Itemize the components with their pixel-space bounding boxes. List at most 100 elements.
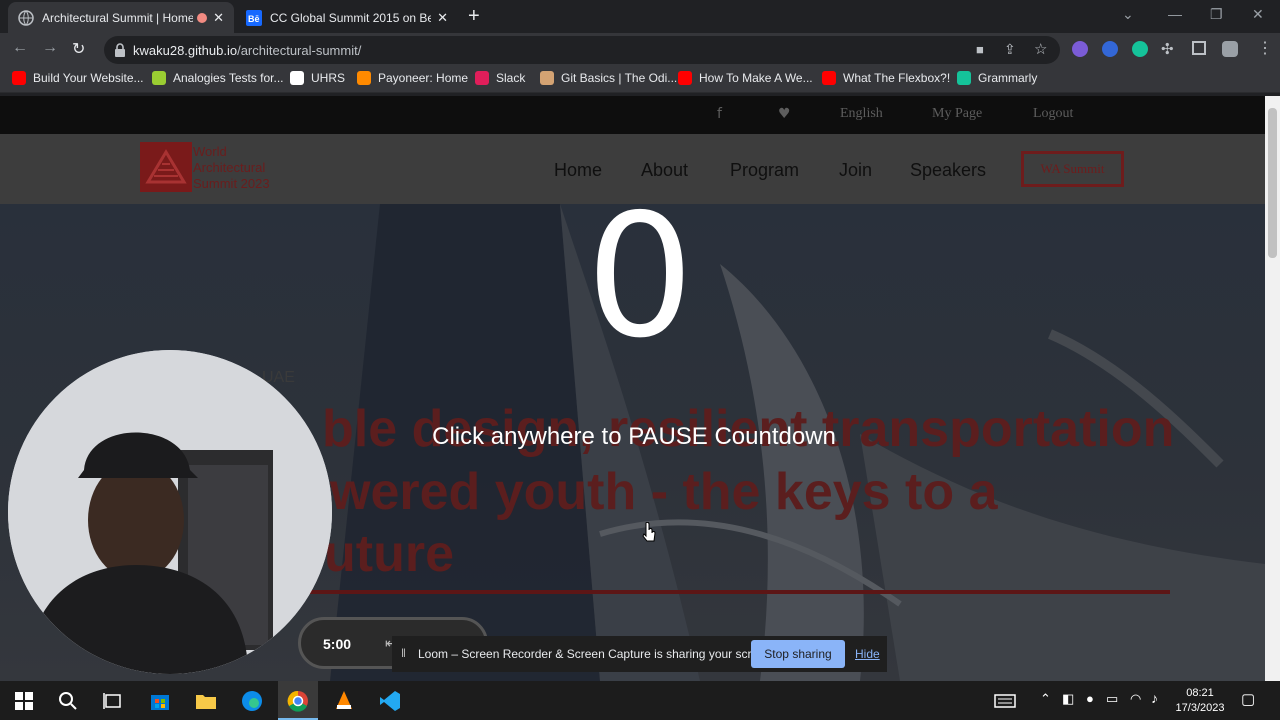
- svg-text:Bē: Bē: [248, 14, 260, 24]
- address-bar[interactable]: kwaku28.github.io/architectural-summit/ …: [104, 36, 1060, 64]
- bookmark-item[interactable]: UHRS: [290, 71, 345, 85]
- stop-sharing-button[interactable]: Stop sharing: [751, 640, 845, 668]
- nav-program[interactable]: Program: [730, 160, 799, 181]
- countdown-number: 0: [585, 178, 695, 376]
- close-tab-icon[interactable]: ✕: [437, 10, 448, 26]
- bookmarks-bar: Build Your Website... Analogies Tests for…: [0, 66, 1280, 93]
- countdown-pause-message[interactable]: Click anywhere to PAUSE Countdown: [300, 423, 968, 451]
- bookmark-star-icon[interactable]: ☆: [1034, 40, 1047, 58]
- chrome-taskbar-button[interactable]: [278, 681, 318, 720]
- facebook-icon[interactable]: f: [717, 106, 722, 122]
- recording-icon: [197, 12, 208, 23]
- camera-icon[interactable]: ■: [976, 42, 984, 57]
- extension-icon[interactable]: [1102, 41, 1118, 57]
- bookmark-item[interactable]: Slack: [475, 71, 525, 85]
- extension-icon[interactable]: [1072, 41, 1088, 57]
- logo-mark-icon: [145, 149, 187, 184]
- chrome-icon: [287, 690, 308, 712]
- profile-avatar[interactable]: [1222, 41, 1238, 57]
- share-icon[interactable]: ⇪: [1004, 41, 1016, 58]
- globe-icon: [18, 9, 34, 26]
- forward-button[interactable]: →: [42, 39, 58, 57]
- bookmark-item[interactable]: Payoneer: Home: [357, 71, 468, 85]
- notifications-icon[interactable]: ▢: [1241, 690, 1255, 708]
- hide-link[interactable]: Hide: [855, 647, 880, 661]
- my-page-link[interactable]: My Page: [932, 106, 982, 122]
- bookmark-label: What The Flexbox?!: [843, 71, 951, 85]
- bookmark-label: Build Your Website...: [33, 71, 144, 85]
- hero-headline-line: uture: [324, 525, 454, 583]
- menu-kebab-icon[interactable]: ⋮: [1257, 38, 1273, 58]
- extensions-puzzle-icon[interactable]: ✣: [1161, 40, 1174, 58]
- tab-architectural-summit[interactable]: Architectural Summit | Home ✕: [8, 2, 234, 33]
- keyboard-icon[interactable]: [993, 689, 1017, 713]
- youtube-icon: [822, 71, 836, 85]
- clock-time: 08:21: [1186, 687, 1214, 699]
- vlc-icon[interactable]: [332, 689, 356, 713]
- bookmark-label: How To Make A We...: [699, 71, 813, 85]
- grammarly-extension-icon[interactable]: [1132, 41, 1148, 57]
- webcam-bubble[interactable]: [8, 350, 332, 674]
- volume-icon[interactable]: ♪: [1151, 690, 1158, 706]
- minimize-button[interactable]: —: [1168, 6, 1182, 22]
- restore-button[interactable]: ❐: [1210, 6, 1223, 23]
- nav-join[interactable]: Join: [839, 160, 872, 181]
- bookmark-item[interactable]: Git Basics | The Odi...: [540, 71, 677, 85]
- payoneer-icon: [357, 71, 371, 85]
- drag-handle-icon[interactable]: ‖: [401, 646, 406, 660]
- bookmark-label: Payoneer: Home: [378, 71, 469, 85]
- search-icon[interactable]: [56, 689, 80, 713]
- meet-icon[interactable]: ◧: [1062, 691, 1074, 707]
- chevron-up-icon[interactable]: ⌃: [1040, 691, 1051, 707]
- page-scrollbar[interactable]: [1265, 96, 1280, 681]
- bookmark-item[interactable]: What The Flexbox?!: [822, 71, 950, 85]
- bookmark-item[interactable]: Analogies Tests for...: [152, 71, 284, 85]
- tab-strip: Architectural Summit | Home ✕ Bē CC Glob…: [0, 0, 1280, 33]
- microphone-icon[interactable]: ●: [1086, 691, 1094, 706]
- battery-icon[interactable]: ▭: [1106, 691, 1118, 707]
- twitter-icon[interactable]: ♥: [778, 106, 791, 122]
- bookmark-item[interactable]: Grammarly: [957, 71, 1037, 85]
- url-text: kwaku28.github.io/architectural-summit/: [133, 43, 362, 58]
- bookmark-label: Git Basics | The Odi...: [561, 71, 678, 85]
- wifi-icon[interactable]: ◠: [1130, 691, 1141, 707]
- windows-start-icon[interactable]: [12, 689, 36, 713]
- file-explorer-icon[interactable]: [194, 689, 218, 713]
- logout-link[interactable]: Logout: [1033, 106, 1073, 122]
- close-tab-icon[interactable]: ✕: [213, 10, 224, 26]
- task-view-icon[interactable]: [101, 689, 125, 713]
- hero-headline-line: wered youth - the keys to a: [330, 463, 998, 521]
- tab-behance[interactable]: Bē CC Global Summit 2015 on Behance ✕: [236, 2, 458, 33]
- tab-search-icon[interactable]: ⌄: [1122, 6, 1134, 23]
- new-tab-button[interactable]: +: [468, 6, 480, 26]
- windows-taskbar: ⌃ ◧ ● ▭ ◠ ♪ 08:21 17/3/2023 ▢: [0, 681, 1280, 720]
- bookmark-item[interactable]: Build Your Website...: [12, 71, 144, 85]
- site-topbar: f ♥ English My Page Logout: [0, 96, 1265, 134]
- close-window-button[interactable]: ✕: [1252, 6, 1264, 23]
- side-panel-icon[interactable]: [1192, 41, 1206, 55]
- uhrs-icon: [290, 71, 304, 85]
- system-clock[interactable]: 08:21 17/3/2023: [1168, 686, 1232, 716]
- tab-title: CC Global Summit 2015 on Behance: [270, 10, 432, 25]
- youtube-icon: [678, 71, 692, 85]
- webcam-video: [8, 350, 332, 674]
- wa-summit-button[interactable]: WA Summit: [1021, 151, 1124, 187]
- screen-share-bar: ‖ Loom – Screen Recorder & Screen Captur…: [392, 636, 887, 672]
- bookmark-label: Analogies Tests for...: [173, 71, 284, 85]
- browser-toolbar: ← → ↻ kwaku28.github.io/architectural-su…: [0, 33, 1280, 66]
- edge-icon[interactable]: [240, 689, 264, 713]
- bookmark-item[interactable]: How To Make A We...: [678, 71, 813, 85]
- language-link[interactable]: English: [840, 106, 883, 122]
- nav-speakers[interactable]: Speakers: [910, 160, 986, 181]
- loom-timer: 5:00: [323, 636, 352, 652]
- screen-share-message: Loom – Screen Recorder & Screen Capture …: [418, 647, 775, 661]
- site-logo[interactable]: [140, 142, 192, 192]
- grammarly-icon: [957, 71, 971, 85]
- scrollbar-thumb[interactable]: [1268, 108, 1277, 258]
- hero-divider: [300, 590, 1170, 594]
- vscode-icon[interactable]: [378, 689, 402, 713]
- store-icon[interactable]: [148, 689, 172, 713]
- reload-button[interactable]: ↻: [72, 39, 85, 59]
- logo-text: World Architectural Summit 2023: [193, 144, 270, 191]
- back-button[interactable]: ←: [12, 39, 28, 57]
